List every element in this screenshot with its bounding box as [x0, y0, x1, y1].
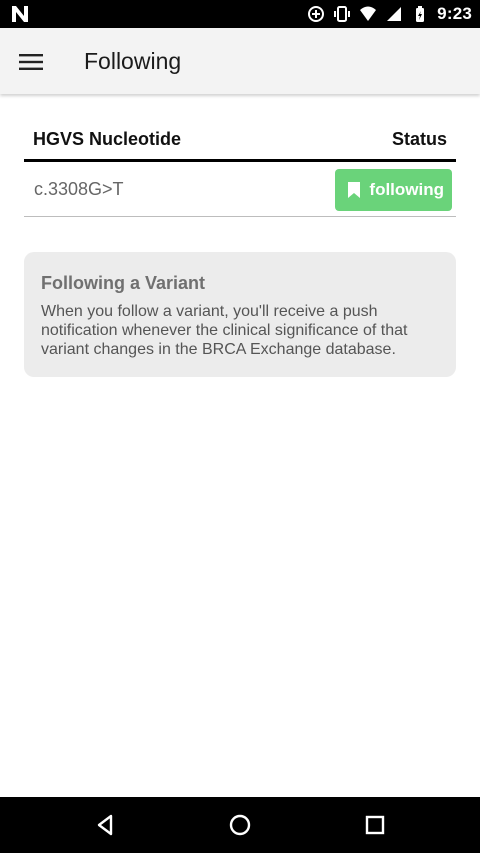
info-card: Following a Variant When you follow a va…	[24, 252, 456, 377]
battery-icon	[411, 5, 429, 23]
home-icon	[229, 814, 251, 836]
back-button[interactable]	[91, 811, 119, 839]
table-header: HGVS Nucleotide Status	[24, 128, 456, 162]
bookmark-icon	[348, 182, 361, 198]
home-button[interactable]	[226, 811, 254, 839]
app-bar: Following	[0, 28, 480, 94]
status-icons: 9:23	[307, 0, 472, 28]
table-row[interactable]: c.3308G>T following	[24, 162, 456, 217]
page-title: Following	[84, 48, 182, 74]
following-table: HGVS Nucleotide Status c.3308G>T followi…	[24, 128, 456, 217]
info-card-title: Following a Variant	[41, 273, 206, 293]
wifi-icon	[359, 5, 377, 23]
navigation-bar	[0, 797, 480, 853]
variant-nucleotide-cell: c.3308G>T	[34, 179, 124, 199]
data-saver-icon	[307, 5, 325, 23]
notification-n-icon	[10, 4, 30, 24]
info-card-text: When you follow a variant, you'll receiv…	[41, 303, 408, 358]
hamburger-menu-icon	[19, 54, 43, 70]
back-icon	[97, 814, 113, 836]
following-status-label: following	[369, 180, 444, 199]
column-header-hgvs-nucleotide: HGVS Nucleotide	[33, 129, 182, 149]
status-time: 9:23	[437, 4, 472, 23]
main-content: HGVS Nucleotide Status c.3308G>T followi…	[24, 94, 456, 377]
recents-button[interactable]	[361, 811, 389, 839]
status-bar: 9:23	[0, 0, 480, 28]
recents-icon	[365, 815, 385, 835]
vibrate-icon	[333, 5, 351, 23]
column-header-status: Status	[391, 129, 447, 149]
following-status-button[interactable]: following	[335, 169, 452, 211]
hamburger-menu-button[interactable]	[16, 47, 46, 77]
signal-icon	[385, 5, 403, 23]
